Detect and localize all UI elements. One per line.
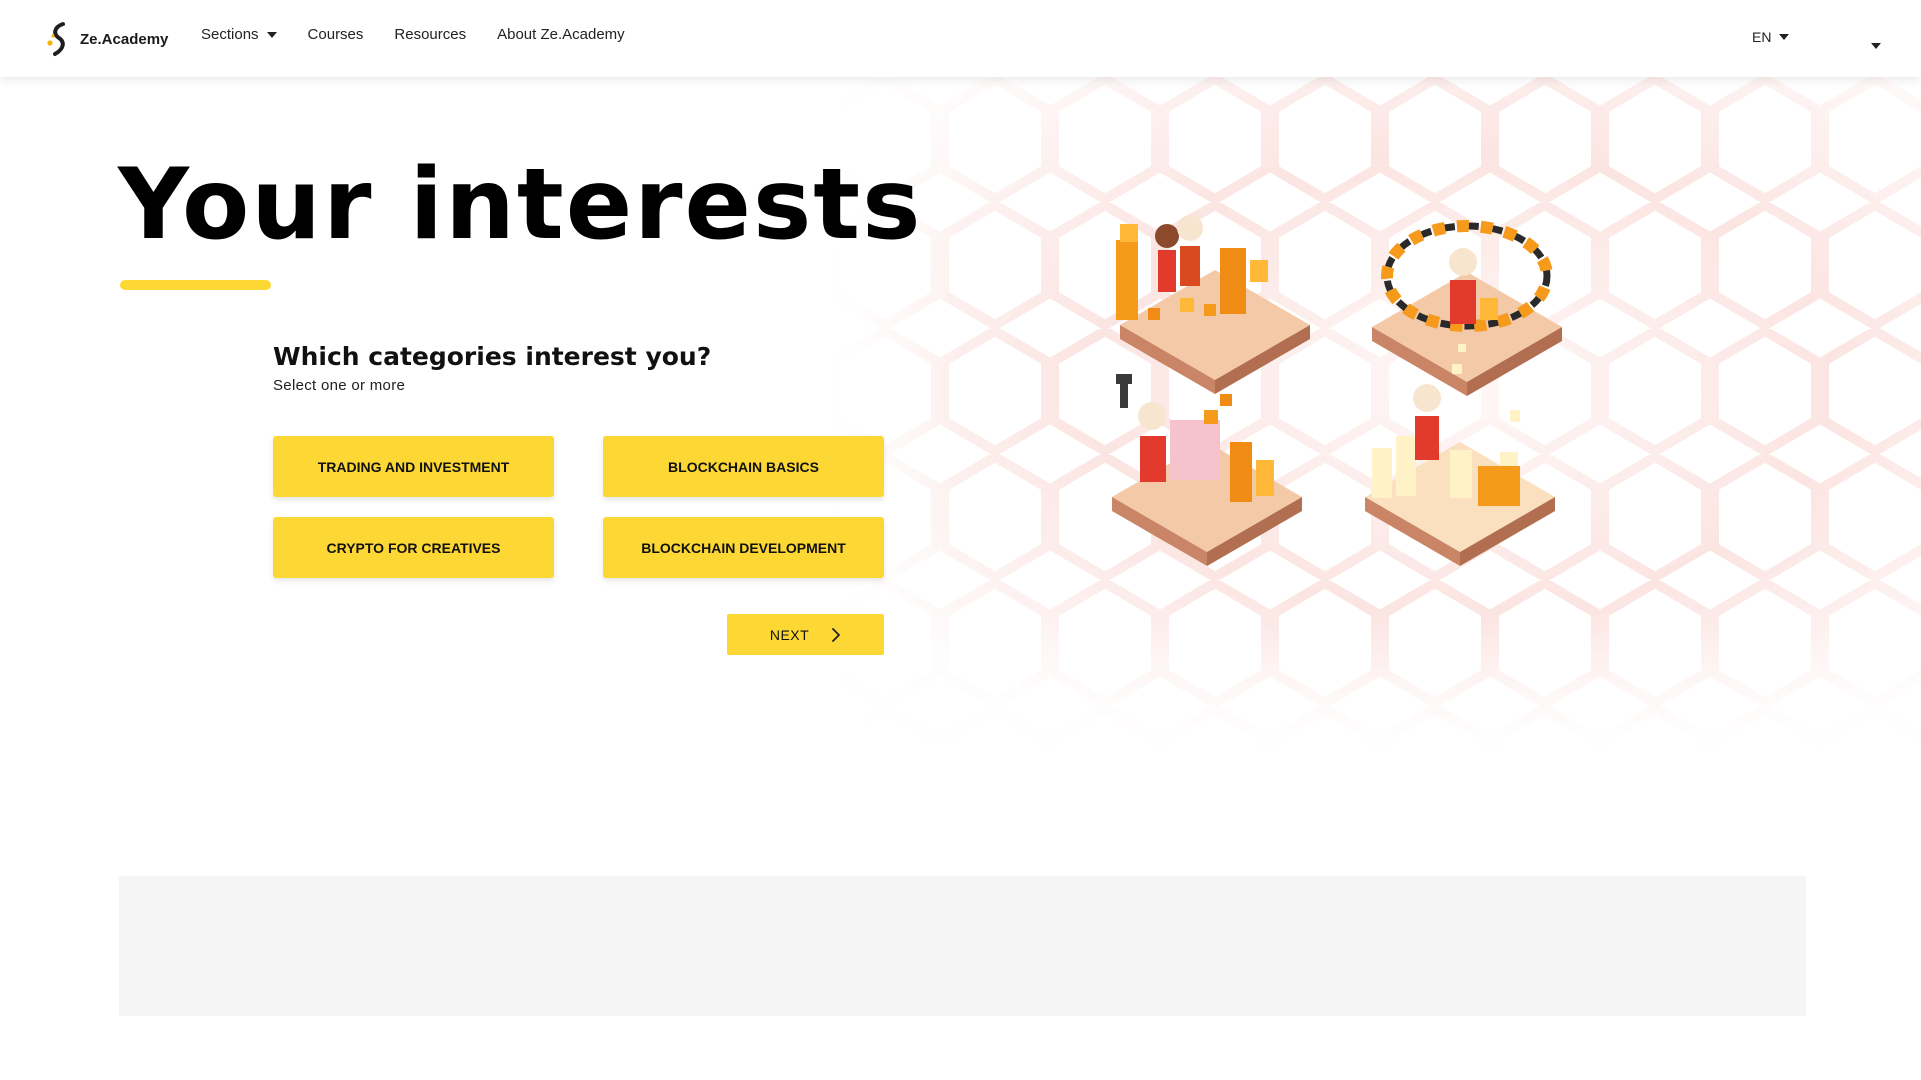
top-navbar: Ze.Academy Sections Courses Resources Ab… [0, 0, 1921, 77]
isometric-tile [1112, 374, 1302, 566]
page-title: Your interests [118, 148, 923, 262]
isometric-crypto-illustration [1112, 215, 1562, 566]
category-crypto-creatives-button[interactable]: CRYPTO FOR CREATIVES [273, 517, 554, 578]
category-blockchain-basics-button[interactable]: BLOCKCHAIN BASICS [603, 436, 884, 497]
next-button[interactable]: NEXT [727, 614, 884, 655]
title-underline [120, 280, 271, 290]
nav-courses[interactable]: Courses [308, 26, 364, 43]
isometric-tile [1372, 220, 1562, 396]
nav-about[interactable]: About Ze.Academy [497, 26, 625, 43]
next-label: NEXT [769, 626, 810, 643]
selection-hint: Select one or more [273, 377, 406, 394]
chevron-right-icon [832, 627, 841, 642]
caret-down-icon [1779, 34, 1790, 40]
nav-resources[interactable]: Resources [394, 26, 466, 43]
nav-sections-label: Sections [201, 26, 259, 43]
caret-down-icon [1871, 43, 1881, 49]
main-nav: Sections Courses Resources About Ze.Acad… [201, 26, 656, 43]
logo-icon [47, 22, 65, 56]
caret-down-icon [266, 31, 277, 38]
content-placeholder-panel [119, 876, 1806, 1016]
category-trading-button[interactable]: TRADING AND INVESTMENT [273, 436, 554, 497]
nav-sections[interactable]: Sections [201, 26, 277, 43]
language-selector[interactable]: EN [1752, 29, 1790, 45]
category-blockchain-dev-button[interactable]: BLOCKCHAIN DEVELOPMENT [603, 517, 884, 578]
language-label: EN [1752, 29, 1772, 45]
brand-logo[interactable]: Ze.Academy [44, 20, 168, 58]
logo-text: Ze.Academy [80, 30, 169, 48]
categories-question: Which categories interest you? [273, 342, 712, 371]
account-dropdown[interactable] [1863, 36, 1881, 54]
isometric-tile [1116, 215, 1310, 394]
